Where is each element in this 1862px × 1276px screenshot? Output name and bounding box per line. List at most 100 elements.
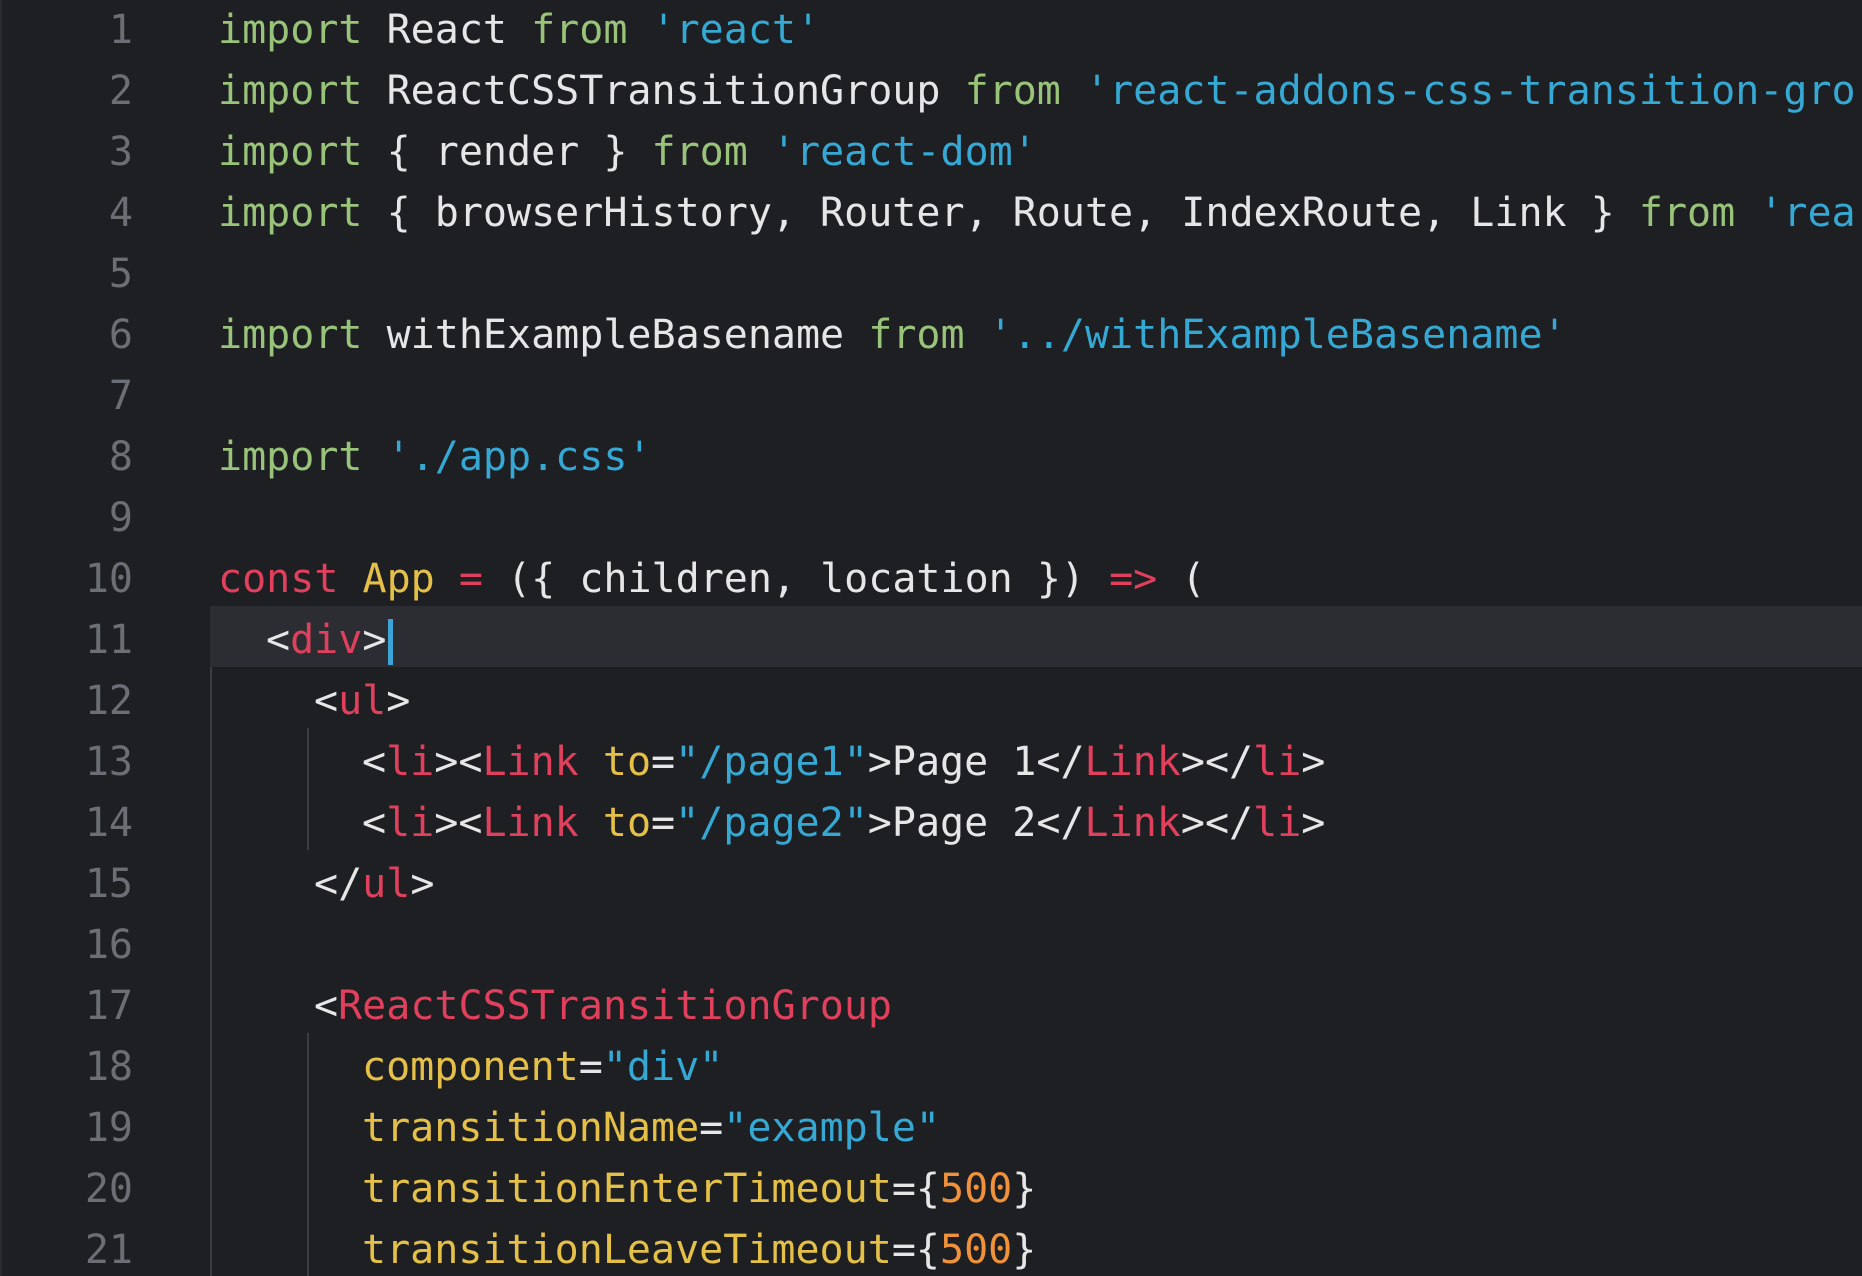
code-token: import (218, 7, 363, 53)
code-token: 'react' (651, 7, 821, 53)
line-number: 3 (108, 129, 133, 175)
code-token: 'react-dom' (771, 129, 1037, 175)
code-line[interactable]: 1 import React from 'react' (0, 0, 1862, 61)
line-code: <li><Link to="/page1">Page 1</Link></li> (362, 732, 1325, 793)
code-line[interactable]: 3 import { render } from 'react-dom' (0, 122, 1862, 183)
code-token: React (362, 7, 532, 53)
code-line[interactable]: 4 import { browserHistory, Router, Route,… (0, 183, 1862, 244)
code-token: withExampleBasename (362, 312, 869, 358)
code-token: import (218, 434, 363, 480)
code-token: > (1301, 739, 1326, 785)
code-token: => (1109, 556, 1158, 602)
code-token: < (362, 739, 387, 785)
code-line[interactable]: 17 <ReactCSSTransitionGroup (0, 976, 1862, 1037)
line-number: 4 (108, 190, 133, 236)
code-token: import (218, 129, 363, 175)
code-token: 'rea (1759, 190, 1856, 236)
line-code: import withExampleBasename from '../with… (218, 305, 1567, 366)
code-token: { render } (362, 129, 652, 175)
code-token: component (362, 1044, 579, 1090)
code-token: > (1301, 800, 1326, 846)
line-code: </ul> (314, 854, 434, 915)
code-line[interactable]: 16 (0, 915, 1862, 976)
code-token: const (218, 556, 339, 602)
code-line[interactable]: 9 (0, 488, 1862, 549)
line-number: 15 (84, 861, 133, 907)
code-line[interactable]: 13 <li><Link to="/page1">Page 1</Link></l… (0, 732, 1862, 793)
code-line[interactable]: 21 transitionLeaveTimeout={500} (0, 1220, 1862, 1276)
code-token: from (651, 129, 748, 175)
code-line[interactable]: 8 import './app.css' (0, 427, 1862, 488)
code-line[interactable]: 19 transitionName="example" (0, 1098, 1862, 1159)
line-code: <div> (266, 610, 394, 671)
line-code: import ReactCSSTransitionGroup from 'rea… (218, 61, 1856, 122)
code-token: { browserHistory, Router, Route, IndexRo… (362, 190, 1639, 236)
code-token: from (868, 312, 965, 358)
line-code: const App = ({ children, location }) => … (218, 549, 1205, 610)
line-number: 18 (84, 1044, 133, 1090)
code-token: '../withExampleBasename' (988, 312, 1567, 358)
code-token: > (386, 678, 411, 724)
code-token: from (1638, 190, 1736, 236)
line-number: 21 (84, 1227, 133, 1273)
code-line[interactable]: 7 (0, 366, 1862, 427)
code-token: >< (434, 739, 483, 785)
code-token: < (314, 678, 339, 724)
line-code: transitionName="example" (362, 1098, 940, 1159)
line-code: <ReactCSSTransitionGroup (314, 976, 892, 1037)
code-line[interactable]: 10 const App = ({ children, location }) =… (0, 549, 1862, 610)
line-number: 20 (84, 1166, 133, 1212)
line-code: import './app.css' (218, 427, 652, 488)
code-token: div (290, 617, 363, 663)
code-token: transitionLeaveTimeout (362, 1227, 892, 1273)
code-token: > (410, 861, 435, 907)
code-token: li (386, 739, 435, 785)
code-token: './app.css' (386, 434, 652, 480)
code-line[interactable]: 5 (0, 244, 1862, 305)
code-token: ReactCSSTransitionGroup (362, 68, 965, 114)
code-token: Link (482, 800, 579, 846)
code-line[interactable]: 2 import ReactCSSTransitionGroup from 're… (0, 61, 1862, 122)
code-token: } (1012, 1166, 1037, 1212)
line-number: 10 (84, 556, 133, 602)
code-token: Link (482, 739, 579, 785)
code-line[interactable]: 15 </ul> (0, 854, 1862, 915)
code-token: ></ (1180, 739, 1254, 785)
line-number: 5 (108, 251, 133, 297)
code-line[interactable]: 14 <li><Link to="/page2">Page 2</Link></l… (0, 793, 1862, 854)
code-line[interactable]: 6 import withExampleBasename from '../wit… (0, 305, 1862, 366)
code-line[interactable]: 20 transitionEnterTimeout={500} (0, 1159, 1862, 1220)
code-line[interactable]: 18 component="div" (0, 1037, 1862, 1098)
code-token: to (602, 739, 652, 785)
line-number: 8 (108, 434, 133, 480)
text-cursor (388, 619, 394, 665)
code-token: import (218, 312, 363, 358)
code-token: 500 (939, 1166, 1013, 1212)
code-token: "div" (602, 1044, 724, 1090)
code-editor[interactable]: 1 import React from 'react' 2 import ReactC… (0, 0, 1862, 1276)
code-token: Link (1084, 739, 1181, 785)
code-token: < (362, 800, 387, 846)
line-code: <ul> (314, 671, 410, 732)
code-token: "/page1" (675, 739, 868, 785)
code-token: ReactCSSTransitionGroup (338, 983, 892, 1029)
code-token: < (314, 983, 339, 1029)
code-line[interactable]: 11 <div> (0, 610, 1862, 671)
code-token: ={ (891, 1166, 940, 1212)
code-token: } (1012, 1227, 1037, 1273)
code-token: transitionEnterTimeout (362, 1166, 892, 1212)
line-code: import React from 'react' (218, 0, 820, 61)
code-token: ul (362, 861, 411, 907)
code-token: = (651, 800, 676, 846)
code-line[interactable]: 12 <ul> (0, 671, 1862, 732)
code-token: 500 (939, 1227, 1013, 1273)
code-token: from (964, 68, 1061, 114)
code-token: = (699, 1105, 724, 1151)
